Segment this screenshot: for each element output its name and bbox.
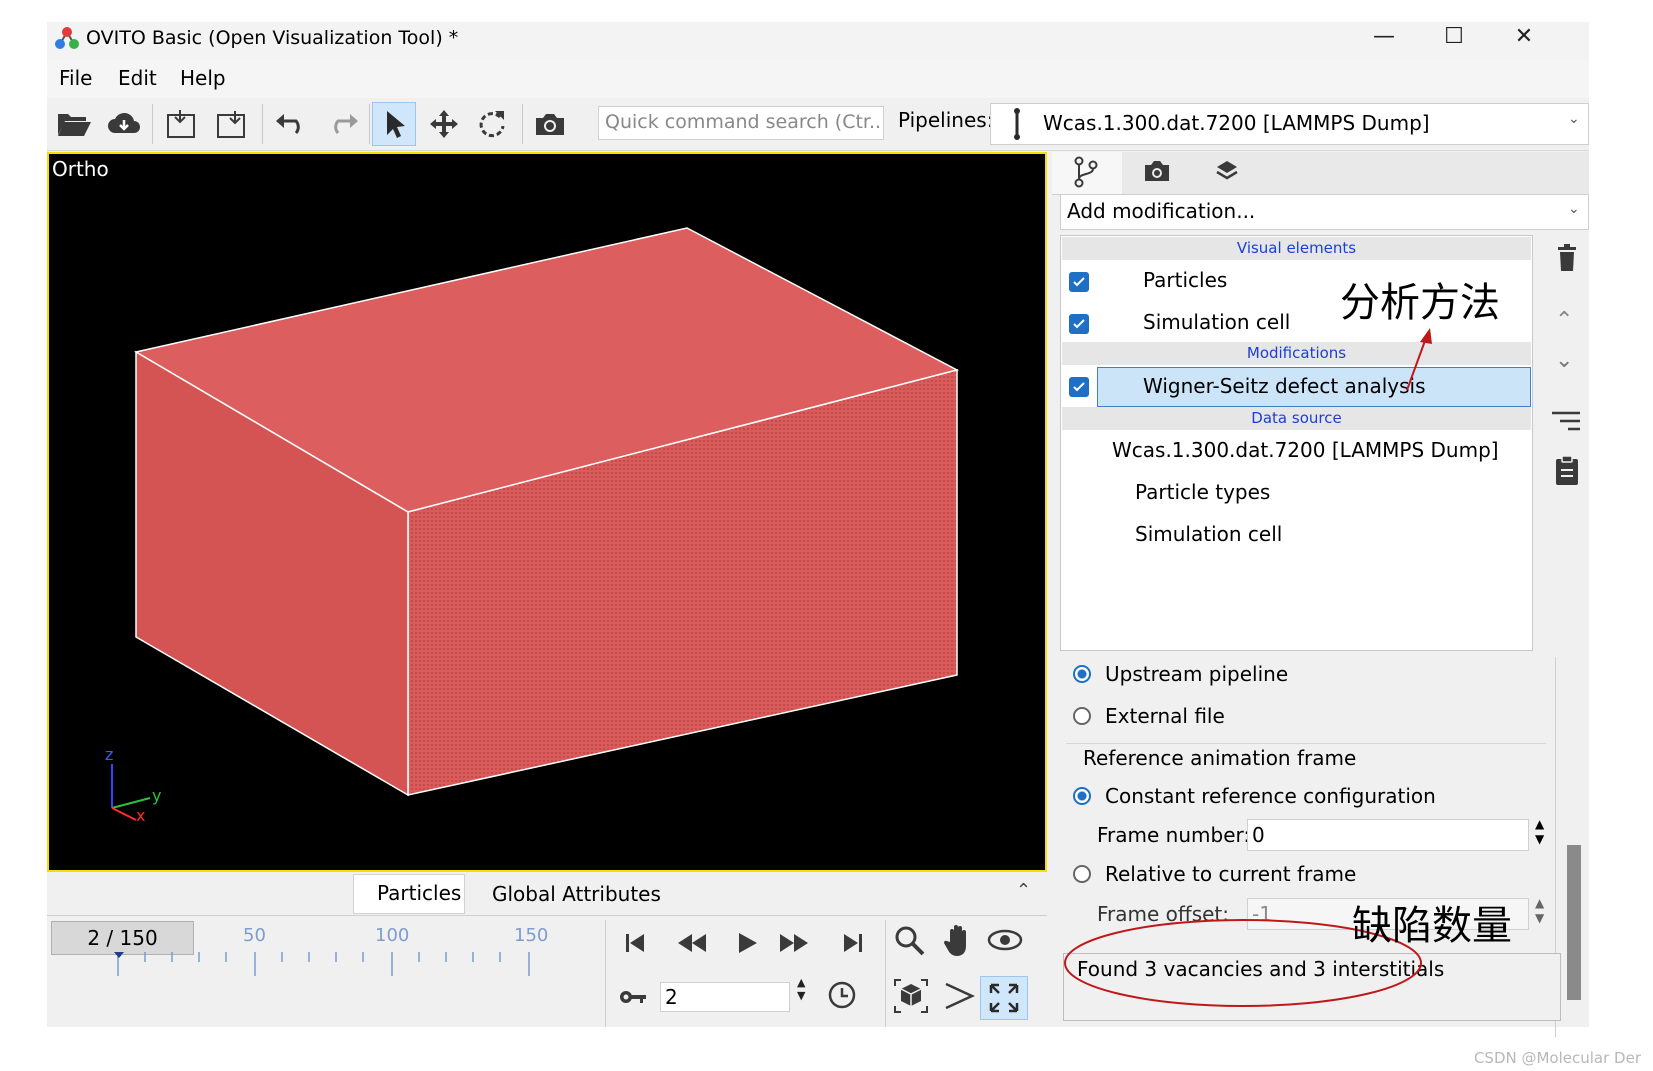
timeline-ruler[interactable]: [110, 950, 550, 980]
simulation-box: [133, 227, 960, 797]
step-forward-icon[interactable]: [778, 930, 810, 960]
timeline-tick-100: 100: [375, 925, 410, 946]
watermark: CSDN @Molecular Der: [1473, 1049, 1641, 1067]
selection-mode-icon[interactable]: [372, 102, 416, 146]
axis-y-label: y: [152, 786, 162, 805]
toolbar-separator: [152, 104, 153, 144]
chevron-down-icon: ⌄: [1568, 201, 1580, 217]
menu-help[interactable]: Help: [180, 66, 226, 90]
spinner-arrows-icon[interactable]: ▲ ▼: [797, 976, 805, 1002]
menu-file[interactable]: File: [59, 66, 92, 90]
pipeline-selected-label: Wcas.1.300.dat.7200 [LAMMPS Dump]: [1043, 111, 1430, 135]
rotate-mode-icon[interactable]: [470, 102, 514, 146]
menu-bar: [47, 60, 1589, 98]
toolbar-separator: [522, 104, 523, 144]
tab-particles-label: Particles: [377, 881, 462, 905]
step-back-icon[interactable]: [676, 930, 708, 960]
current-frame-spinner[interactable]: [660, 982, 790, 1012]
divider: [605, 920, 606, 1027]
pipeline-icon: [1010, 106, 1024, 142]
divider: [47, 915, 1047, 916]
save-session-icon[interactable]: [160, 102, 204, 146]
pipeline-branch-icon: [1072, 156, 1100, 192]
timeline-tick-150: 150: [514, 925, 549, 946]
close-button[interactable]: ✕: [1504, 24, 1544, 49]
checkbox-particles[interactable]: [1069, 272, 1089, 292]
maximize-viewport-button[interactable]: [980, 976, 1028, 1020]
goto-end-icon[interactable]: [840, 930, 866, 960]
axis-z-label: z: [105, 745, 114, 764]
minimize-button[interactable]: —: [1364, 24, 1404, 49]
pan-hand-icon[interactable]: [942, 922, 976, 962]
command-panel-tabs: [1052, 152, 1589, 195]
divider: [885, 920, 886, 1027]
annotation-defect-count: 缺陷数量: [1352, 903, 1512, 949]
toolbar-separator: [262, 104, 263, 144]
goto-start-icon[interactable]: [622, 930, 648, 960]
export-file-icon[interactable]: [210, 102, 254, 146]
collapse-chevron-icon[interactable]: ⌃: [1016, 880, 1031, 901]
current-frame-value: 2: [665, 985, 678, 1009]
undo-icon[interactable]: [270, 102, 314, 146]
visual-item-particles[interactable]: Particles: [1143, 268, 1227, 292]
play-icon[interactable]: [735, 930, 759, 960]
timeline-tick-50: 50: [243, 925, 266, 946]
open-folder-icon[interactable]: [52, 102, 96, 146]
move-mode-icon[interactable]: [422, 102, 466, 146]
pipelines-label: Pipelines:: [898, 108, 994, 132]
maximize-button[interactable]: ☐: [1434, 24, 1474, 49]
menu-edit[interactable]: Edit: [118, 66, 157, 90]
annotation-method: 分析方法: [1340, 280, 1500, 326]
tab-global-attributes[interactable]: Global Attributes: [492, 882, 661, 906]
zoom-scene-extents-icon[interactable]: [893, 978, 929, 1018]
add-modification-label: Add modification...: [1067, 199, 1256, 223]
redo-icon[interactable]: [320, 102, 364, 146]
render-camera-icon[interactable]: [528, 102, 572, 146]
delete-trash-icon[interactable]: [1555, 243, 1579, 277]
key-icon[interactable]: [618, 986, 648, 1012]
chevron-down-icon: ⌄: [1568, 111, 1580, 127]
window-title: OVITO Basic (Open Visualization Tool) *: [86, 27, 459, 49]
tab-overlays-layers-icon[interactable]: [1214, 158, 1240, 188]
toolbar-separator: [369, 104, 370, 144]
section-visual-elements: Visual elements: [1062, 237, 1531, 260]
field-of-view-icon[interactable]: [942, 980, 976, 1016]
ovito-logo-icon: [54, 25, 80, 51]
zoom-icon[interactable]: [893, 924, 927, 962]
cloud-download-icon[interactable]: [102, 102, 146, 146]
orbit-eye-icon[interactable]: [986, 926, 1024, 958]
quick-command-search-input[interactable]: Quick command search (Ctr...: [598, 106, 884, 140]
axis-x-label: x: [136, 806, 146, 825]
tab-render-camera-icon[interactable]: [1142, 158, 1172, 188]
clock-icon[interactable]: [827, 980, 857, 1014]
